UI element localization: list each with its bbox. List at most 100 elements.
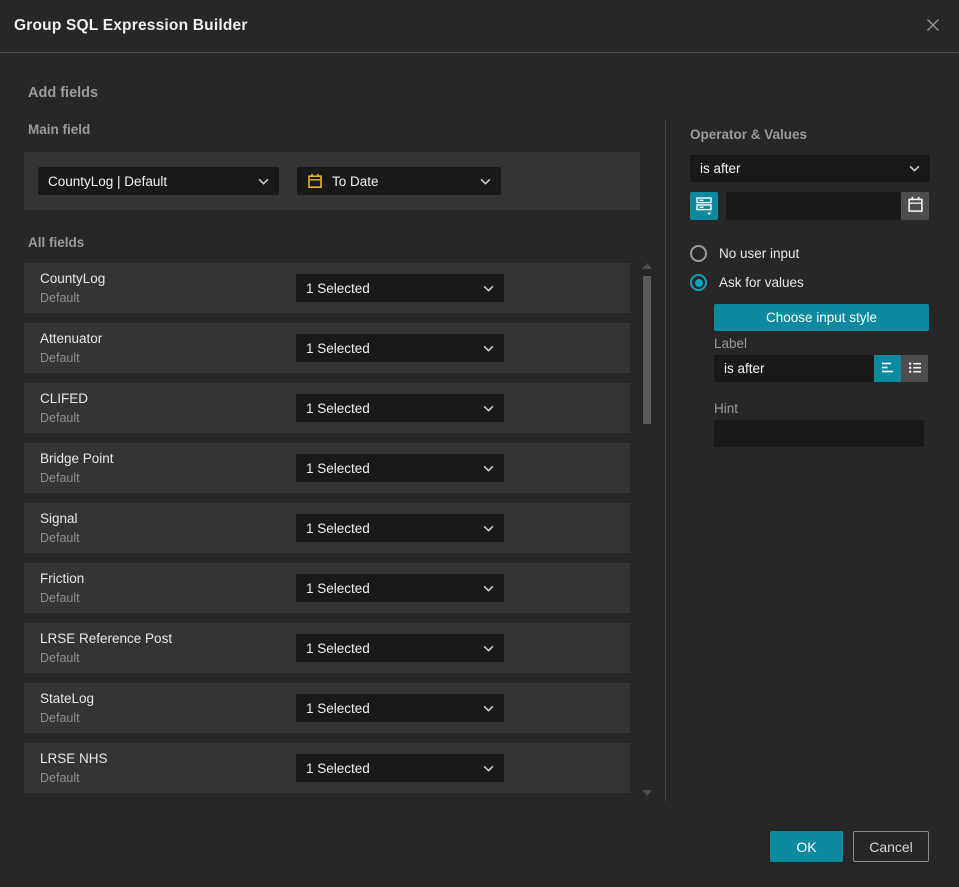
chevron-down-icon — [483, 765, 494, 772]
field-subtitle: Default — [40, 471, 80, 485]
field-subtitle: Default — [40, 651, 80, 665]
ok-button[interactable]: OK — [770, 831, 843, 862]
chevron-down-icon — [483, 525, 494, 532]
field-selection-select[interactable]: 1 Selected — [296, 694, 504, 722]
field-subtitle: Default — [40, 531, 80, 545]
field-selection: 1 Selected — [306, 760, 370, 776]
field-row: StateLog Default 1 Selected — [24, 683, 630, 733]
field-name: CountyLog — [40, 271, 106, 286]
field-name: Attenuator — [40, 331, 103, 346]
field-selection-select[interactable]: 1 Selected — [296, 274, 504, 302]
radio-ask-for-values-label: Ask for values — [719, 275, 804, 290]
field-subtitle: Default — [40, 711, 80, 725]
field-selection: 1 Selected — [306, 460, 370, 476]
field-selection: 1 Selected — [306, 520, 370, 536]
radio-selected-icon — [690, 274, 707, 291]
field-row: Bridge Point Default 1 Selected — [24, 443, 630, 493]
cancel-button[interactable]: Cancel — [853, 831, 929, 862]
field-selection-select[interactable]: 1 Selected — [296, 454, 504, 482]
field-row: Attenuator Default 1 Selected — [24, 323, 630, 373]
main-field-select-value: CountyLog | Default — [48, 173, 168, 189]
field-selection: 1 Selected — [306, 640, 370, 656]
list-style-button[interactable] — [901, 355, 928, 382]
all-fields-list: CountyLog Default 1 Selected Attenuator … — [24, 263, 630, 803]
scrollbar-thumb[interactable] — [643, 276, 651, 424]
field-row: CLIFED Default 1 Selected — [24, 383, 630, 433]
field-row: Friction Default 1 Selected — [24, 563, 630, 613]
field-name: CLIFED — [40, 391, 89, 406]
chevron-down-icon — [483, 345, 494, 352]
chevron-down-icon — [483, 405, 494, 412]
chevron-down-icon — [483, 585, 494, 592]
close-button[interactable] — [921, 14, 945, 38]
scroll-down-arrow-icon[interactable] — [642, 790, 652, 796]
field-selection-select[interactable]: 1 Selected — [296, 754, 504, 782]
all-fields-label: All fields — [28, 235, 85, 250]
radio-ask-for-values[interactable]: Ask for values — [690, 274, 804, 291]
chevron-down-icon — [483, 645, 494, 652]
field-row: CountyLog Default 1 Selected — [24, 263, 630, 313]
field-selection-select[interactable]: 1 Selected — [296, 394, 504, 422]
add-fields-heading: Add fields — [28, 85, 99, 101]
field-name: Signal — [40, 511, 78, 526]
chevron-down-icon — [258, 178, 269, 185]
hint-label: Hint — [714, 401, 739, 416]
radio-no-user-input[interactable]: No user input — [690, 245, 799, 262]
operator-values-heading: Operator & Values — [690, 127, 808, 142]
field-subtitle: Default — [40, 591, 80, 605]
calendar-icon — [307, 173, 323, 189]
field-selection-select[interactable]: 1 Selected — [296, 514, 504, 542]
radio-no-user-input-label: No user input — [719, 246, 800, 261]
single-value-style-button[interactable] — [874, 355, 901, 382]
main-field-select[interactable]: CountyLog | Default — [38, 167, 279, 195]
scroll-up-arrow-icon[interactable] — [642, 263, 652, 269]
field-subtitle: Default — [40, 411, 80, 425]
value-input[interactable] — [726, 192, 901, 220]
close-icon — [925, 17, 941, 36]
panel-divider — [665, 120, 666, 801]
field-name: Friction — [40, 571, 85, 586]
main-field-label: Main field — [28, 122, 91, 137]
label-label: Label — [714, 336, 748, 351]
main-field-date-select[interactable]: To Date — [297, 167, 501, 195]
field-row: LRSE NHS Default 1 Selected — [24, 743, 630, 793]
unique-values-button[interactable] — [690, 192, 718, 220]
dialog-header: Group SQL Expression Builder — [0, 0, 959, 53]
label-input[interactable] — [714, 355, 874, 382]
chevron-down-icon — [480, 178, 491, 185]
field-name: LRSE Reference Post — [40, 631, 173, 646]
operator-select[interactable]: is after — [690, 155, 930, 182]
chevron-down-icon — [483, 465, 494, 472]
chevron-down-icon — [909, 165, 920, 172]
field-name: LRSE NHS — [40, 751, 108, 766]
field-selection-select[interactable]: 1 Selected — [296, 334, 504, 362]
field-selection: 1 Selected — [306, 700, 370, 716]
choose-input-style-button[interactable]: Choose input style — [714, 304, 929, 331]
align-left-icon — [880, 359, 896, 378]
chevron-down-icon — [483, 285, 494, 292]
field-subtitle: Default — [40, 351, 80, 365]
field-subtitle: Default — [40, 771, 80, 785]
unique-values-icon — [694, 194, 714, 219]
field-selection-select[interactable]: 1 Selected — [296, 634, 504, 662]
field-selection: 1 Selected — [306, 400, 370, 416]
field-selection-select[interactable]: 1 Selected — [296, 574, 504, 602]
operator-select-value: is after — [700, 161, 741, 176]
main-field-date-value: To Date — [332, 173, 379, 189]
group-sql-expression-builder-dialog: Group SQL Expression Builder Add fields … — [0, 0, 959, 887]
dialog-title: Group SQL Expression Builder — [14, 17, 248, 34]
list-icon — [907, 359, 923, 378]
calendar-icon — [907, 196, 924, 216]
field-selection: 1 Selected — [306, 340, 370, 356]
field-row: LRSE Reference Post Default 1 Selected — [24, 623, 630, 673]
fields-scrollbar[interactable] — [640, 258, 654, 801]
date-picker-button[interactable] — [901, 192, 929, 220]
field-row: Signal Default 1 Selected — [24, 503, 630, 553]
chevron-down-icon — [483, 705, 494, 712]
field-selection: 1 Selected — [306, 580, 370, 596]
field-name: Bridge Point — [40, 451, 114, 466]
radio-icon — [690, 245, 707, 262]
field-selection: 1 Selected — [306, 280, 370, 296]
field-name: StateLog — [40, 691, 95, 706]
hint-input[interactable] — [714, 420, 924, 447]
